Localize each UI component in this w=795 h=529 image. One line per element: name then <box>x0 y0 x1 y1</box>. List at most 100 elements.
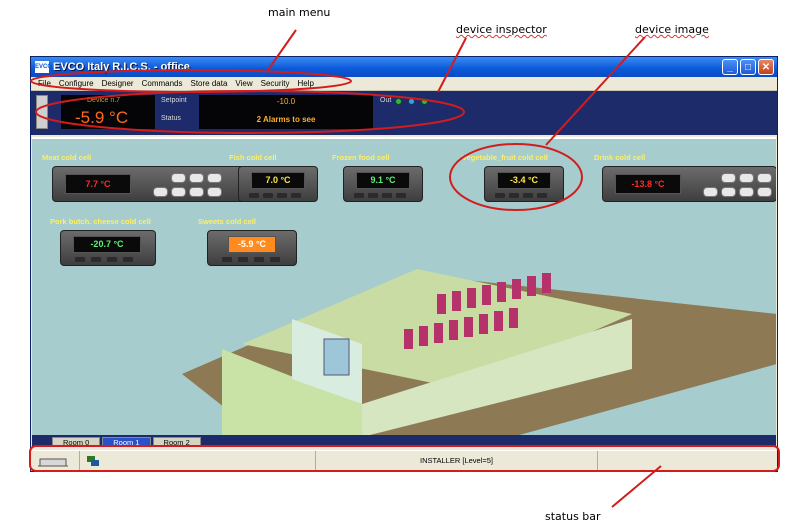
annotation-device-inspector: device inspector <box>456 23 547 36</box>
temperature-display: -20.7 °C <box>73 236 141 253</box>
out-label: Out <box>380 97 392 104</box>
cell-label-pork: Pork butch. cheese cold cell <box>50 217 151 226</box>
controller-key[interactable] <box>703 187 718 197</box>
controller-key[interactable] <box>721 187 736 197</box>
status-bar: INSTALLER [Level=5] <box>32 450 776 470</box>
room-tabs: Room 0 Room 1 Room 2 <box>32 435 776 447</box>
setpoint-value: -10.0 <box>276 97 296 106</box>
window-title: EVCO Italy R.I.C.S. - office <box>53 61 190 73</box>
annotation-device-image: device image <box>635 23 709 36</box>
user-level-text: INSTALLER [Level=5] <box>419 456 494 465</box>
controller-key[interactable] <box>171 187 186 197</box>
device-icon <box>38 458 68 467</box>
temperature-display: -13.8 °C <box>615 174 681 194</box>
cell-label-drink: Drink cold cell <box>594 153 646 162</box>
controller-key[interactable] <box>91 257 101 262</box>
app-window: EVCO EVCO Italy R.I.C.S. - office _ □ ✕ … <box>30 56 778 472</box>
controller-frozen-food-cell[interactable]: 9.1 °C <box>343 166 423 202</box>
output-led-icon <box>408 98 415 105</box>
controller-key[interactable] <box>207 187 222 197</box>
menu-help[interactable]: Help <box>294 79 318 88</box>
inspector-labels: Setpoint Status <box>158 95 198 129</box>
maximize-button[interactable]: □ <box>740 59 756 75</box>
output-led-icon <box>421 98 428 105</box>
controller-fish-cold-cell[interactable]: 7.0 °C <box>238 166 318 202</box>
controller-key[interactable] <box>757 187 772 197</box>
controller-key[interactable] <box>263 193 273 198</box>
menu-file[interactable]: File <box>34 79 55 88</box>
cell-label-fish: Fish cold cell <box>229 153 277 162</box>
tab-room-0[interactable]: Room 0 <box>52 437 101 447</box>
network-icon <box>87 456 99 466</box>
controller-key[interactable] <box>222 257 232 262</box>
output-led-icon <box>395 98 402 105</box>
controller-key[interactable] <box>396 193 406 198</box>
annotation-status-bar: status bar <box>545 510 601 523</box>
device-inspector: Device n.7 -5.9 °C Setpoint Status -10.0… <box>31 91 777 135</box>
status-label: Status <box>161 115 181 122</box>
status-pane-device <box>32 451 80 470</box>
controller-key[interactable] <box>739 187 754 197</box>
controller-key[interactable] <box>189 173 204 183</box>
temperature-display: -3.4 °C <box>497 172 551 189</box>
controller-key[interactable] <box>382 193 392 198</box>
controller-key[interactable] <box>123 257 133 262</box>
controller-key[interactable] <box>495 193 505 198</box>
inspector-values: -10.0 2 Alarms to see <box>199 95 373 129</box>
controller-drink-cold-cell[interactable]: -13.8 °C <box>602 166 776 202</box>
controller-key[interactable] <box>277 193 287 198</box>
menu-store-data[interactable]: Store data <box>187 79 232 88</box>
inspector-temperature: -5.9 °C <box>75 108 129 127</box>
controller-key[interactable] <box>721 173 736 183</box>
controller-key[interactable] <box>254 257 264 262</box>
cell-label-meat: Meat cold cell <box>42 153 92 162</box>
menu-designer[interactable]: Designer <box>98 79 138 88</box>
close-button[interactable]: ✕ <box>758 59 774 75</box>
annotation-main-menu: main menu <box>268 6 331 19</box>
controller-key[interactable] <box>291 193 301 198</box>
inspector-handle[interactable] <box>36 95 48 129</box>
main-menu: File Configure Designer Commands Store d… <box>31 77 777 91</box>
leader-status-bar <box>611 465 662 508</box>
app-logo-icon: EVCO <box>35 61 52 73</box>
temperature-display: 7.0 °C <box>251 172 305 189</box>
controller-key[interactable] <box>238 257 248 262</box>
controller-key[interactable] <box>739 173 754 183</box>
controller-pork-cheese-cold-cell[interactable]: -20.7 °C <box>60 230 156 266</box>
cell-label-sweets: Sweets cold cell <box>198 217 256 226</box>
title-bar[interactable]: EVCO EVCO Italy R.I.C.S. - office _ □ ✕ <box>31 57 777 77</box>
inspector-device-display: Device n.7 -5.9 °C <box>61 95 155 129</box>
controller-key[interactable] <box>107 257 117 262</box>
status-value[interactable]: 2 Alarms to see <box>199 115 373 124</box>
controller-key[interactable] <box>537 193 547 198</box>
tab-room-2[interactable]: Room 2 <box>152 437 201 447</box>
controller-key[interactable] <box>171 173 186 183</box>
controller-meat-cold-cell[interactable]: 7.7 °C <box>52 166 246 202</box>
controller-key[interactable] <box>368 193 378 198</box>
temperature-display: -5.9 °C <box>228 236 276 253</box>
controller-key[interactable] <box>153 187 168 197</box>
controller-key[interactable] <box>270 257 280 262</box>
menu-configure[interactable]: Configure <box>55 79 98 88</box>
controller-key[interactable] <box>523 193 533 198</box>
controller-key[interactable] <box>75 257 85 262</box>
controller-key[interactable] <box>249 193 259 198</box>
controller-vegetable-fruit-cold-cell[interactable]: -3.4 °C <box>484 166 564 202</box>
status-pane-user: INSTALLER [Level=5] <box>316 451 598 470</box>
temperature-display: 9.1 °C <box>356 172 410 189</box>
minimize-button[interactable]: _ <box>722 59 738 75</box>
room-layout-canvas: Meat cold cell 7.7 °C Fish cold cell 7.0… <box>32 137 776 435</box>
controller-key[interactable] <box>207 173 222 183</box>
cell-label-vegetable: Vegetable_fruit cold cell <box>462 153 548 162</box>
controller-key[interactable] <box>757 173 772 183</box>
controller-sweets-cold-cell[interactable]: -5.9 °C <box>207 230 297 266</box>
controller-key[interactable] <box>354 193 364 198</box>
controller-key[interactable] <box>509 193 519 198</box>
menu-security[interactable]: Security <box>257 79 294 88</box>
menu-view[interactable]: View <box>231 79 256 88</box>
cell-label-frozen: Frozen food cell <box>332 153 390 162</box>
controller-key[interactable] <box>189 187 204 197</box>
tab-room-1[interactable]: Room 1 <box>102 437 151 447</box>
menu-commands[interactable]: Commands <box>138 79 187 88</box>
screenshot-page: main menu device inspector device image … <box>0 0 795 529</box>
